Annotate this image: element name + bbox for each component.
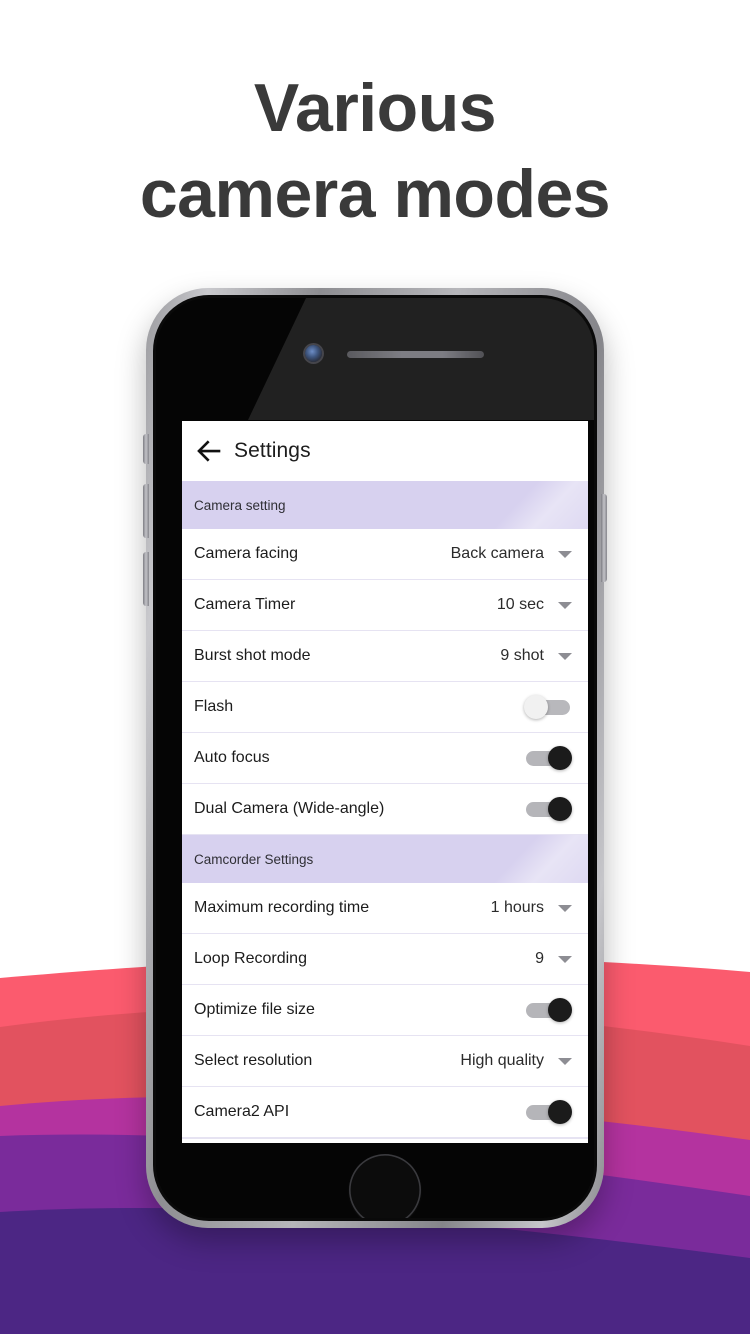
header-sheen [429,835,588,883]
setting-label: Loop Recording [194,950,307,967]
promo-screenshot: Various camera modes Settings Camera set… [0,0,750,1334]
setting-value: Back camera [450,545,544,562]
section-header-camera-setting: Camera setting [182,481,588,529]
chevron-down-icon[interactable] [558,955,572,963]
setting-label: Camera2 API [194,1103,290,1120]
chevron-down-icon[interactable] [558,550,572,558]
setting-label: Burst shot mode [194,647,311,664]
setting-row-auto-focus[interactable]: Auto focus [182,733,588,784]
headline-line-2: camera modes [139,155,611,232]
setting-value: 1 hours [490,899,544,916]
phone-screen: Settings Camera setting Camera facing Ba… [182,421,588,1143]
volume-up-button[interactable] [143,484,149,538]
front-camera-lens-icon [305,345,322,362]
volume-down-button[interactable] [143,552,149,606]
setting-label: Dual Camera (Wide-angle) [194,800,385,817]
setting-row-flash[interactable]: Flash [182,682,588,733]
setting-row-camera-facing[interactable]: Camera facing Back camera [182,529,588,580]
app-bar-title: Settings [234,438,311,462]
section-header-label: Camera setting [194,497,286,513]
toggle-thumb [548,746,572,770]
list-bottom-padding [182,1138,588,1143]
mute-switch[interactable] [143,434,149,464]
phone-mockup: Settings Camera setting Camera facing Ba… [143,288,607,1228]
setting-value: 9 shot [500,647,544,664]
toggle-thumb [548,998,572,1022]
setting-label: Flash [194,698,234,715]
setting-value: 9 [535,950,544,967]
toggle-thumb [548,797,572,821]
section-header-label: Camcorder Settings [194,851,314,867]
setting-label: Camera facing [194,545,299,562]
toggle-dual-camera[interactable] [526,797,572,821]
toggle-thumb [524,695,548,719]
toggle-optimize-file-size[interactable] [526,998,572,1022]
chevron-down-icon[interactable] [558,904,572,912]
setting-row-select-resolution[interactable]: Select resolution High quality [182,1036,588,1087]
setting-row-maximum-recording-time[interactable]: Maximum recording time 1 hours [182,883,588,934]
power-button[interactable] [601,494,607,582]
setting-row-camera2-api[interactable]: Camera2 API [182,1087,588,1138]
chevron-down-icon[interactable] [558,1057,572,1065]
setting-label: Optimize file size [194,1001,315,1018]
setting-label: Maximum recording time [194,899,370,916]
toggle-thumb [548,1100,572,1124]
phone-body: Settings Camera setting Camera facing Ba… [153,295,597,1221]
setting-row-burst-shot-mode[interactable]: Burst shot mode 9 shot [182,631,588,682]
setting-value: 10 sec [496,596,544,613]
earpiece-speaker-icon [347,351,484,358]
setting-label: Camera Timer [194,596,296,613]
toggle-camera2-api[interactable] [526,1100,572,1124]
home-button[interactable] [349,1154,421,1218]
toggle-flash[interactable] [524,695,570,719]
section-header-camcorder-settings: Camcorder Settings [182,835,588,883]
app-bar: Settings [182,421,588,481]
headline-line-1: Various [253,70,497,146]
setting-row-loop-recording[interactable]: Loop Recording 9 [182,934,588,985]
page-title: Various camera modes [0,66,750,237]
phone-front-glass: Settings Camera setting Camera facing Ba… [156,298,594,1218]
setting-label: Auto focus [194,749,270,766]
chevron-down-icon[interactable] [558,601,572,609]
setting-label: Select resolution [194,1052,313,1069]
setting-row-optimize-file-size[interactable]: Optimize file size [182,985,588,1036]
setting-row-camera-timer[interactable]: Camera Timer 10 sec [182,580,588,631]
setting-row-dual-camera[interactable]: Dual Camera (Wide-angle) [182,784,588,835]
arrow-left-icon[interactable] [194,436,224,466]
toggle-auto-focus[interactable] [526,746,572,770]
header-sheen [429,481,588,529]
chevron-down-icon[interactable] [558,652,572,660]
setting-value: High quality [460,1052,544,1069]
